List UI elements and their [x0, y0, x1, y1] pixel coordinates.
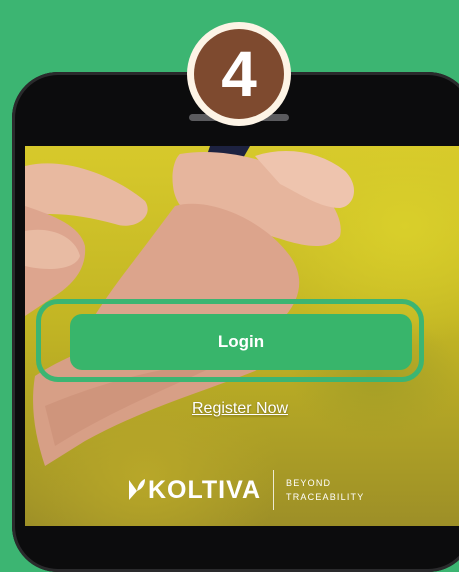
brand-logo: KOLTIVA BEYOND TRACEABILITY: [128, 470, 364, 510]
tagline-line-2: TRACEABILITY: [286, 492, 365, 502]
login-button[interactable]: Login: [70, 314, 412, 370]
step-badge: 4: [187, 22, 291, 126]
logo-divider: [273, 470, 275, 510]
register-now-link[interactable]: Register Now: [140, 400, 340, 418]
koltiva-leaf-icon: [129, 479, 145, 500]
brand-tagline: BEYOND TRACEABILITY: [286, 476, 364, 504]
tagline-line-1: BEYOND: [286, 478, 332, 488]
brand-name: KOLTIVA: [148, 475, 262, 504]
step-number: 4: [194, 29, 284, 119]
